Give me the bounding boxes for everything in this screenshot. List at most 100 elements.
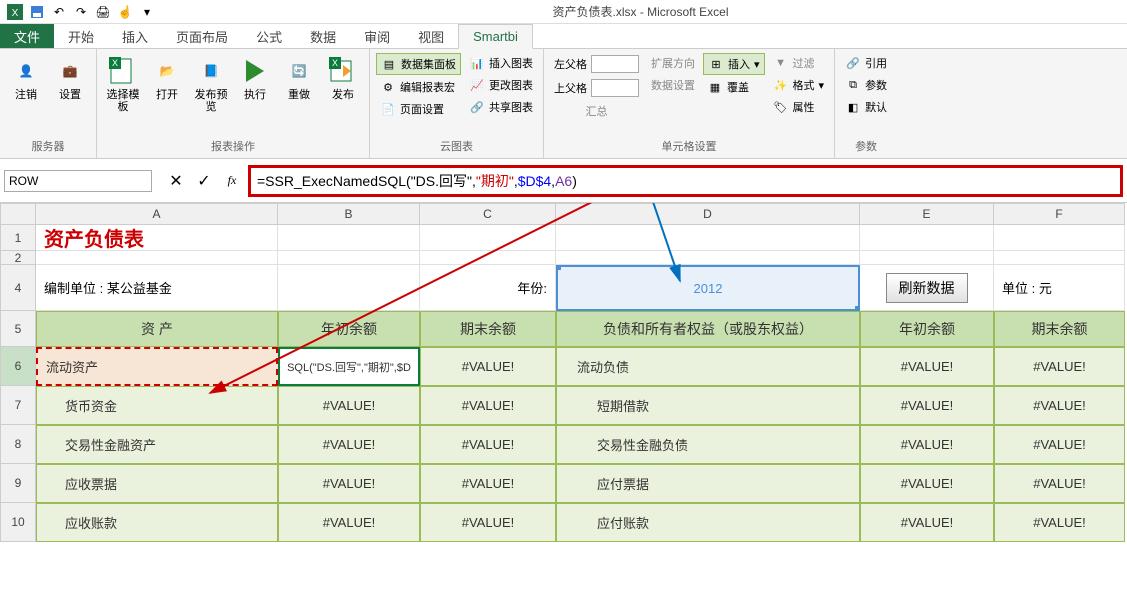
cell-E8[interactable]: #VALUE! [860,425,994,464]
row-header-2[interactable]: 2 [0,251,36,265]
edit-macro-button[interactable]: ⚙编辑报表宏 [376,77,461,97]
cell-F1[interactable] [994,225,1125,251]
refresh-button[interactable]: 刷新数据 [886,273,968,303]
choose-template-button[interactable]: X选择模板 [103,53,143,115]
filter-button[interactable]: ▼过滤 [769,53,829,73]
insert-chart-button[interactable]: 📊插入图表 [465,53,537,73]
row-header-1[interactable]: 1 [0,225,36,251]
cell-B4[interactable] [278,265,420,311]
col-header-D[interactable]: D [556,203,860,225]
cell-A9[interactable]: 应收票据 [36,464,278,503]
publish-button[interactable]: X发布 [323,53,363,103]
cell-F6[interactable]: #VALUE! [994,347,1125,386]
col-header-A[interactable]: A [36,203,278,225]
print-preview-icon[interactable]: 🖨 [94,3,112,21]
change-chart-button[interactable]: 📈更改图表 [465,75,537,95]
cell-E9[interactable]: #VALUE! [860,464,994,503]
cell-F9[interactable]: #VALUE! [994,464,1125,503]
row-header-5[interactable]: 5 [0,311,36,347]
formula-input[interactable]: =SSR_ExecNamedSQL( "DS.回写", "期初", $D$4, … [248,165,1123,197]
cell-B9[interactable]: #VALUE! [278,464,420,503]
tab-home[interactable]: 开始 [54,24,108,48]
cell-E1[interactable] [860,225,994,251]
cell-D5[interactable]: 负债和所有者权益（或股东权益） [556,311,860,347]
name-box[interactable] [4,170,152,192]
cell-A8[interactable]: 交易性金融资产 [36,425,278,464]
top-parent-row[interactable]: 上父格 [550,77,643,99]
cell-D6[interactable]: 流动负债 [556,347,860,386]
cell-A2[interactable] [36,251,278,265]
fx-button[interactable]: fx [220,170,244,192]
cell-E7[interactable]: #VALUE! [860,386,994,425]
select-all-corner[interactable] [0,203,36,225]
logout-button[interactable]: 👤注销 [6,53,46,103]
cell-D8[interactable]: 交易性金融负债 [556,425,860,464]
cell-F7[interactable]: #VALUE! [994,386,1125,425]
tab-file[interactable]: 文件 [0,24,54,48]
save-icon[interactable] [28,3,46,21]
cell-C7[interactable]: #VALUE! [420,386,556,425]
cell-C1[interactable] [420,225,556,251]
cell-B8[interactable]: #VALUE! [278,425,420,464]
row-header-9[interactable]: 9 [0,464,36,503]
row-header-4[interactable]: 4 [0,265,36,311]
top-parent-input[interactable] [591,79,639,97]
touch-icon[interactable]: ☝ [116,3,134,21]
data-panel-button[interactable]: ▤数据集面板 [376,53,461,75]
cell-C9[interactable]: #VALUE! [420,464,556,503]
tab-review[interactable]: 审阅 [350,24,404,48]
cell-C5[interactable]: 期末余额 [420,311,556,347]
cell-F4[interactable]: 单位 : 元 [994,265,1125,311]
format-button[interactable]: ✨格式▾ [769,75,829,95]
cell-E10[interactable]: #VALUE! [860,503,994,542]
cell-D1[interactable] [556,225,860,251]
cell-F5[interactable]: 期末余额 [994,311,1125,347]
reference-button[interactable]: 🔗引用 [841,53,891,73]
cell-C8[interactable]: #VALUE! [420,425,556,464]
overwrite-button[interactable]: ▦覆盖 [703,77,765,97]
row-header-6[interactable]: 6 [0,347,36,386]
row-header-10[interactable]: 10 [0,503,36,542]
attr-button[interactable]: 🏷属性 [769,97,829,117]
cell-A1[interactable]: 资产负债表 [36,225,278,251]
cell-D9[interactable]: 应付票据 [556,464,860,503]
row-header-7[interactable]: 7 [0,386,36,425]
publish-preview-button[interactable]: 📘发布预览 [191,53,231,115]
cell-E4[interactable]: 刷新数据 [860,265,994,311]
param-button[interactable]: ⧉参数 [841,75,891,95]
cell-B5[interactable]: 年初余额 [278,311,420,347]
cell-B1[interactable] [278,225,420,251]
cell-A6[interactable]: 流动资产 [36,347,278,386]
undo-icon[interactable]: ↶ [50,3,68,21]
cell-B7[interactable]: #VALUE! [278,386,420,425]
cell-C6[interactable]: #VALUE! [420,347,556,386]
cell-D7[interactable]: 短期借款 [556,386,860,425]
settings-button[interactable]: 💼设置 [50,53,90,103]
cell-F8[interactable]: #VALUE! [994,425,1125,464]
cell-D4[interactable]: 2012 [556,265,860,311]
qat-more-icon[interactable]: ▾ [138,3,156,21]
tab-data[interactable]: 数据 [296,24,350,48]
page-setup-button[interactable]: 📄页面设置 [376,99,461,119]
cell-C10[interactable]: #VALUE! [420,503,556,542]
accept-formula-button[interactable]: ✓ [192,170,216,192]
tab-layout[interactable]: 页面布局 [162,24,242,48]
share-chart-button[interactable]: 🔗共享图表 [465,97,537,117]
default-button[interactable]: ◧默认 [841,97,891,117]
col-header-C[interactable]: C [420,203,556,225]
redo-icon[interactable]: ↷ [72,3,90,21]
cell-A4[interactable]: 编制单位 : 某公益基金 [36,265,278,311]
cell-B10[interactable]: #VALUE! [278,503,420,542]
cancel-formula-button[interactable]: ✕ [164,170,188,192]
cell-C4[interactable]: 年份: [420,265,556,311]
left-parent-row[interactable]: 左父格 [550,53,643,75]
col-header-F[interactable]: F [994,203,1125,225]
open-button[interactable]: 📂打开 [147,53,187,103]
row-header-8[interactable]: 8 [0,425,36,464]
cell-A7[interactable]: 货币资金 [36,386,278,425]
left-parent-input[interactable] [591,55,639,73]
cell-A10[interactable]: 应收账款 [36,503,278,542]
tab-insert[interactable]: 插入 [108,24,162,48]
cell-E6[interactable]: #VALUE! [860,347,994,386]
tab-formula[interactable]: 公式 [242,24,296,48]
